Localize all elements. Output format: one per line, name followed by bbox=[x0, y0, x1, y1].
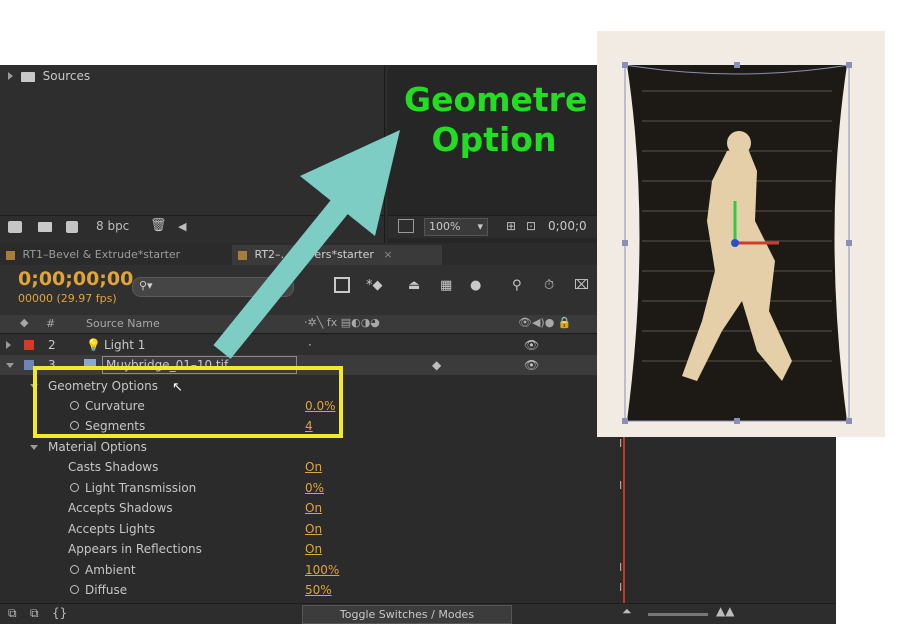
geometre-option-annotation: Geometre Option bbox=[404, 80, 588, 160]
annotation-line-1: Geometre bbox=[404, 80, 588, 119]
annotation-line-2: Option bbox=[431, 120, 557, 159]
